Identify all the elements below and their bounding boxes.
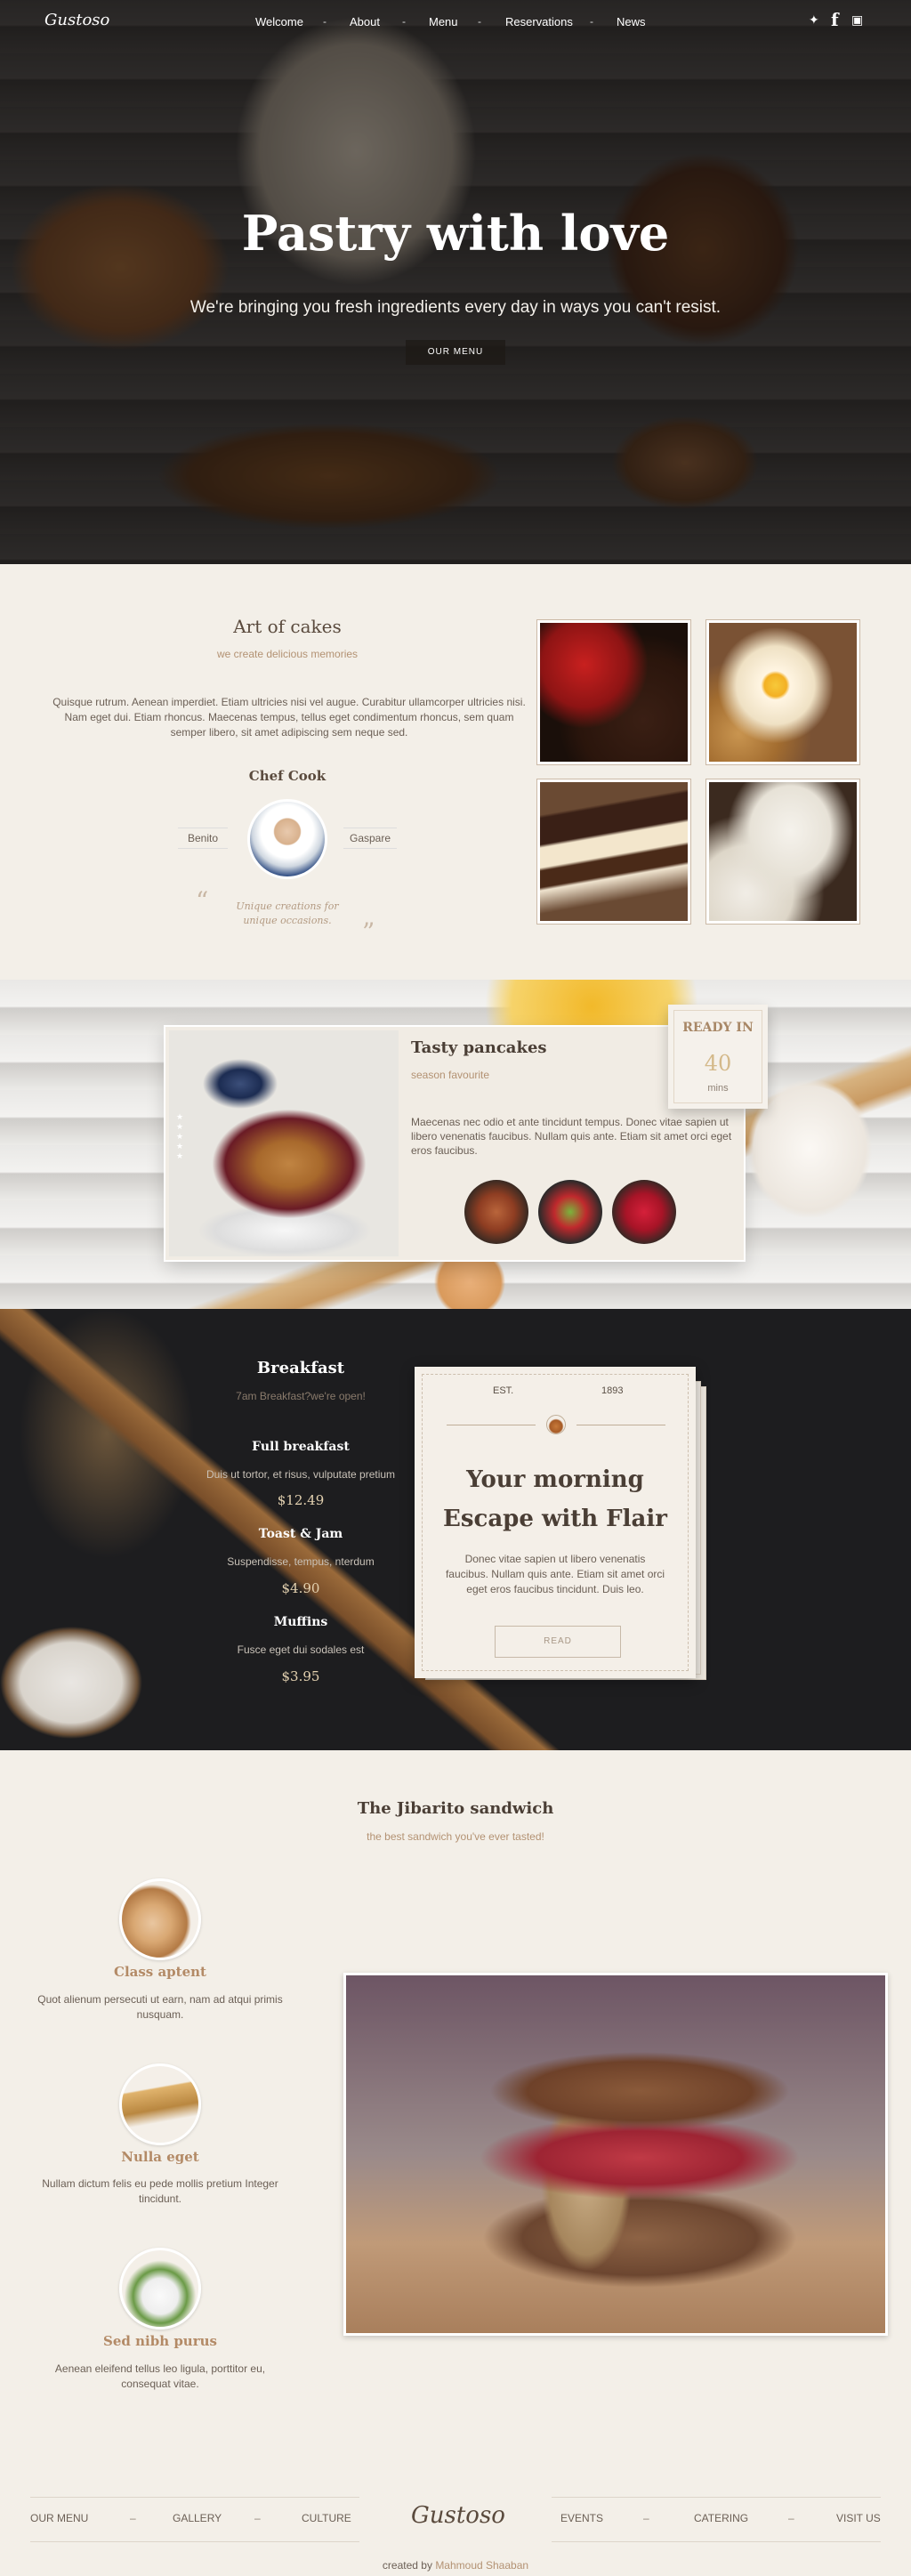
hero-title: Pastry with love xyxy=(241,205,670,262)
read-button[interactable]: READ xyxy=(495,1626,621,1658)
section-title: Art of cakes xyxy=(233,616,342,637)
footer-separator: – xyxy=(788,2512,794,2524)
credit-author-link[interactable]: Mahmoud Shaaban xyxy=(435,2559,528,2572)
nav-reservations[interactable]: Reservations xyxy=(505,15,573,28)
section-subtitle: we create delicious memories xyxy=(216,648,359,660)
menu-item-price: $12.49 xyxy=(277,1492,325,1508)
menu-item-desc: Suspendisse, tempus, nterdum xyxy=(227,1555,375,1568)
nav-separator: - xyxy=(478,15,481,28)
hero-section xyxy=(0,0,911,564)
footer-divider xyxy=(552,2541,881,2542)
quote-close-icon: ” xyxy=(362,917,375,947)
nav-separator: - xyxy=(590,15,593,28)
section-body: Quisque rutrum. Aenean imperdiet. Etiam … xyxy=(52,696,526,739)
card-est: EST. xyxy=(493,1385,514,1396)
feature-title: Sed nibh purus xyxy=(103,2333,217,2349)
footer-separator: – xyxy=(643,2512,649,2524)
footer-culture[interactable]: CULTURE xyxy=(302,2512,351,2524)
chef-quote: Unique creations for unique occasions. xyxy=(0,900,575,928)
cheese-image xyxy=(119,2248,201,2330)
feature-title: Class aptent xyxy=(114,1964,206,1980)
pancakes-thumb-2[interactable] xyxy=(538,1180,602,1244)
nav-welcome[interactable]: Welcome xyxy=(255,15,303,28)
card-body: Donec vitae sapien ut libero venenatis f… xyxy=(445,1553,665,1595)
menu-item-desc: Fusce eget dui sodales est xyxy=(237,1643,365,1656)
instagram-icon[interactable]: ▣ xyxy=(851,12,863,28)
facebook-icon[interactable]: f xyxy=(831,9,839,30)
footer-gallery[interactable]: GALLERY xyxy=(173,2512,222,2524)
sandwich-subtitle: the best sandwich you've ever tasted! xyxy=(367,1830,544,1843)
gallery-photo-flour[interactable] xyxy=(705,779,860,925)
muffin-icon xyxy=(546,1415,566,1434)
quote-text: Unique creations for unique occasions. xyxy=(236,900,339,926)
pancakes-title: Tasty pancakes xyxy=(411,1038,547,1057)
footer-separator: – xyxy=(130,2512,136,2524)
logo[interactable]: Gustoso xyxy=(44,11,109,29)
card-title-line-1: Your morning xyxy=(466,1466,644,1493)
card-title-line-2: Escape with Flair xyxy=(443,1506,667,1532)
feature-desc: Nullam dictum felis eu pede mollis preti… xyxy=(42,2177,278,2205)
feature-desc: Aenean eleifend tellus leo ligula, portt… xyxy=(54,2362,266,2390)
sandwich-photo xyxy=(343,1973,888,2336)
feature-title: Nulla eget xyxy=(121,2149,199,2165)
hero-subtitle: We're bringing you fresh ingredients eve… xyxy=(189,298,722,317)
footer-divider xyxy=(552,2497,881,2498)
credit-prefix: created by xyxy=(382,2559,432,2572)
footer-separator: – xyxy=(254,2512,261,2524)
ready-in-badge: READY IN 40 mins xyxy=(668,1005,768,1109)
card-year: 1893 xyxy=(601,1385,624,1396)
feature-desc: Quot alienum persecuti ut earn, nam ad a… xyxy=(37,1993,283,2021)
footer-catering[interactable]: CATERING xyxy=(694,2512,748,2524)
pancakes-thumb-1[interactable] xyxy=(464,1180,528,1244)
gallery-photo-eggs[interactable] xyxy=(705,619,860,765)
footer-events[interactable]: EVENTS xyxy=(560,2512,603,2524)
menu-item-price: $4.90 xyxy=(281,1580,320,1596)
footer-visit-us[interactable]: VISIT US xyxy=(836,2512,881,2524)
footer-our-menu[interactable]: OUR MENU xyxy=(30,2512,88,2524)
breakfast-title: Breakfast xyxy=(256,1359,345,1377)
nav-about[interactable]: About xyxy=(350,15,380,28)
nav-separator: - xyxy=(323,15,327,28)
chef-avatar xyxy=(247,799,327,879)
gallery-photo-cake-slice[interactable] xyxy=(536,779,691,925)
pancakes-thumb-3[interactable] xyxy=(612,1180,676,1244)
footer-divider xyxy=(30,2541,359,2542)
pancakes-photo xyxy=(169,1030,399,1256)
card-title: Your morning Escape with Flair xyxy=(422,1460,689,1538)
twitter-icon[interactable]: ✦ xyxy=(809,12,819,28)
footer-divider xyxy=(30,2497,359,2498)
footer-logo[interactable]: Gustoso xyxy=(411,2502,505,2529)
menu-item-desc: Duis ut tortor, et risus, vulputate pret… xyxy=(206,1468,396,1481)
eggs-image xyxy=(119,1878,201,1960)
chef-last-name: Gaspare xyxy=(343,828,397,849)
top-nav: Gustoso Welcome - About - Menu - Reserva… xyxy=(0,0,911,44)
chef-title: Chef Cook xyxy=(248,768,327,784)
our-menu-button[interactable]: OUR MENU xyxy=(406,340,505,365)
ready-unit: mins xyxy=(707,1083,729,1094)
pancakes-subtitle: season favourite xyxy=(411,1069,490,1081)
menu-item-price: $3.95 xyxy=(281,1668,320,1684)
menu-item-name: Muffins xyxy=(273,1615,328,1629)
sandwich-title: The Jibarito sandwich xyxy=(357,1799,554,1818)
footer-credit: created by Mahmoud Shaaban xyxy=(0,2559,911,2572)
nav-separator: - xyxy=(402,15,406,28)
nav-menu[interactable]: Menu xyxy=(429,15,458,28)
gallery-photo-cake[interactable] xyxy=(536,619,691,765)
rating-stars-icon: ★ ★ ★ ★ ★ xyxy=(176,1112,184,1160)
breakfast-subtitle: 7am Breakfast?we're open! xyxy=(236,1390,366,1402)
menu-item-name: Full breakfast xyxy=(252,1440,350,1454)
ready-label: READY IN xyxy=(682,1021,754,1035)
nav-news[interactable]: News xyxy=(617,15,646,28)
wheat-image xyxy=(119,2063,201,2145)
ready-value: 40 xyxy=(704,1051,732,1076)
menu-item-name: Toast & Jam xyxy=(258,1527,343,1541)
pancakes-body: Maecenas nec odio et ante tincidunt temp… xyxy=(411,1116,732,1157)
chef-first-name: Benito xyxy=(178,828,228,849)
